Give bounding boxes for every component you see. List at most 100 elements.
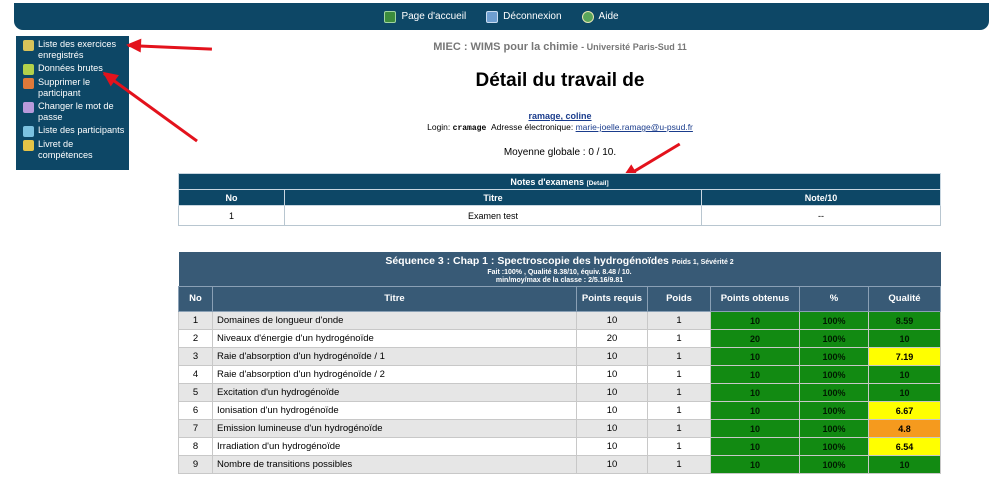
- exam-detail-link[interactable]: [Detail]: [587, 180, 609, 187]
- row-title-cell[interactable]: Irradiation d'un hydrogénoïde: [212, 437, 577, 456]
- sequence-stats: Fait :100% , Qualité 8.38/10, équiv. 8.4…: [178, 268, 941, 287]
- row-required-cell: 10: [576, 365, 648, 384]
- seq-col-weight: Poids: [647, 286, 711, 312]
- university-name: - Université Paris-Sud 11: [581, 42, 687, 52]
- seq-col-title: Titre: [212, 286, 577, 312]
- row-obtained-cell: 20: [710, 329, 800, 348]
- row-no-cell: 6: [178, 401, 213, 420]
- row-obtained-cell: 10: [710, 455, 800, 474]
- row-required-cell: 10: [576, 401, 648, 420]
- row-percent-cell: 100%: [799, 311, 869, 330]
- row-title-cell[interactable]: Raie d'absorption d'un hydrogénoïde / 2: [212, 365, 577, 384]
- sequence-weights: Poids 1, Sévérité 2: [671, 259, 734, 266]
- sequence-table: Séquence 3 : Chap 1 : Spectroscopie des …: [178, 252, 941, 474]
- table-row: 1 Examen test --: [178, 205, 941, 226]
- home-link[interactable]: Page d'accueil: [384, 10, 466, 23]
- row-obtained-cell: 10: [710, 383, 800, 402]
- page-title: Détail du travail de: [475, 70, 645, 91]
- table-row: 7 Emission lumineuse d'un hydrogénoïde 10 1…: [178, 419, 941, 438]
- row-percent-cell: 100%: [799, 329, 869, 348]
- seq-col-no: No: [178, 286, 213, 312]
- table-row: 4 Raie d'absorption d'un hydrogénoïde / 2…: [178, 365, 941, 384]
- sequence-title: Séquence 3 : Chap 1 : Spectroscopie des …: [178, 252, 941, 268]
- row-required-cell: 10: [576, 347, 648, 366]
- row-no-cell: 9: [178, 455, 213, 474]
- student-login-line: Login: cramage Adresse électronique: mar…: [0, 122, 1000, 133]
- exam-col-grade: Note/10: [701, 189, 941, 206]
- row-weight-cell: 1: [647, 365, 711, 384]
- exam-col-no: No: [178, 189, 285, 206]
- row-quality-cell: 7.19: [868, 347, 941, 366]
- exam-grade-cell: --: [701, 205, 941, 226]
- row-percent-cell: 100%: [799, 455, 869, 474]
- row-title-cell[interactable]: Emission lumineuse d'un hydrogénoïde: [212, 419, 577, 438]
- row-no-cell: 8: [178, 437, 213, 456]
- row-weight-cell: 1: [647, 347, 711, 366]
- row-percent-cell: 100%: [799, 401, 869, 420]
- row-obtained-cell: 10: [710, 419, 800, 438]
- table-row: 9 Nombre de transitions possibles 10 1 10 100…: [178, 455, 941, 474]
- row-quality-cell: 10: [868, 365, 941, 384]
- row-quality-cell: 6.54: [868, 437, 941, 456]
- home-icon: [384, 10, 397, 23]
- student-name-link[interactable]: ramage, coline: [0, 111, 1000, 121]
- logout-link[interactable]: Déconnexion: [486, 10, 562, 23]
- row-percent-cell: 100%: [799, 383, 869, 402]
- row-required-cell: 10: [576, 383, 648, 402]
- row-weight-cell: 1: [647, 383, 711, 402]
- table-row: 8 Irradiation d'un hydrogénoïde 10 1 10 100% 6…: [178, 437, 941, 456]
- seq-col-obtained: Points obtenus: [710, 286, 800, 312]
- row-title-cell[interactable]: Ionisation d'un hydrogénoïde: [212, 401, 577, 420]
- logout-label: Déconnexion: [503, 11, 562, 22]
- row-obtained-cell: 10: [710, 365, 800, 384]
- help-label: Aide: [598, 11, 619, 22]
- table-row: 3 Raie d'absorption d'un hydrogénoïde / 1…: [178, 347, 941, 366]
- row-weight-cell: 1: [647, 437, 711, 456]
- row-quality-cell: 4.8: [868, 419, 941, 438]
- row-title-cell[interactable]: Excitation d'un hydrogénoïde: [212, 383, 577, 402]
- sequence-stats-line1: Fait :100% , Qualité 8.38/10, équiv. 8.4…: [487, 269, 632, 276]
- seq-col-percent: %: [799, 286, 869, 312]
- row-no-cell: 2: [178, 329, 213, 348]
- row-no-cell: 7: [178, 419, 213, 438]
- row-percent-cell: 100%: [799, 365, 869, 384]
- row-obtained-cell: 10: [710, 401, 800, 420]
- sequence-stats-line2: min/moy/max de la classe : 2/5.16/9.81: [495, 277, 624, 284]
- row-quality-cell: 10: [868, 329, 941, 348]
- logout-icon: [486, 10, 499, 23]
- row-quality-cell: 6.67: [868, 401, 941, 420]
- row-required-cell: 10: [576, 419, 648, 438]
- row-weight-cell: 1: [647, 401, 711, 420]
- row-title-cell[interactable]: Niveaux d'énergie d'un hydrogénoïde: [212, 329, 577, 348]
- row-weight-cell: 1: [647, 455, 711, 474]
- row-percent-cell: 100%: [799, 347, 869, 366]
- seq-col-quality: Qualité: [868, 286, 941, 312]
- exam-table-title: Notes d'examens [Detail]: [178, 173, 941, 190]
- exam-col-title: Titre: [284, 189, 702, 206]
- table-row: 5 Excitation d'un hydrogénoïde 10 1 10 100% 10: [178, 383, 941, 402]
- row-weight-cell: 1: [647, 311, 711, 330]
- global-average: Moyenne globale : 0 / 10.: [503, 147, 617, 158]
- table-row: 6 Ionisation d'un hydrogénoïde 10 1 10 100% 6.…: [178, 401, 941, 420]
- table-row: 2 Niveaux d'énergie d'un hydrogénoïde 20 1 2…: [178, 329, 941, 348]
- sequence-title-text: Séquence 3 : Chap 1 : Spectroscopie des …: [385, 255, 669, 267]
- help-icon: [581, 10, 594, 23]
- seq-col-required: Points requis: [576, 286, 648, 312]
- row-title-cell[interactable]: Raie d'absorption d'un hydrogénoïde / 1: [212, 347, 577, 366]
- row-title-cell[interactable]: Nombre de transitions possibles: [212, 455, 577, 474]
- row-required-cell: 10: [576, 311, 648, 330]
- row-weight-cell: 1: [647, 329, 711, 348]
- row-no-cell: 1: [178, 311, 213, 330]
- login-label: Login:: [427, 122, 451, 132]
- row-obtained-cell: 10: [710, 437, 800, 456]
- row-required-cell: 10: [576, 437, 648, 456]
- row-required-cell: 10: [576, 455, 648, 474]
- help-link[interactable]: Aide: [581, 10, 619, 23]
- email-link[interactable]: marie-joelle.ramage@u-psud.fr: [576, 122, 693, 132]
- top-nav-bar: Page d'accueil Déconnexion Aide: [14, 3, 989, 30]
- row-title-cell[interactable]: Domaines de longueur d'onde: [212, 311, 577, 330]
- exam-no-cell: 1: [178, 205, 285, 226]
- site-name: MIEC : WIMS pour la chimie: [433, 41, 579, 53]
- exam-title-cell[interactable]: Examen test: [284, 205, 702, 226]
- row-quality-cell: 10: [868, 383, 941, 402]
